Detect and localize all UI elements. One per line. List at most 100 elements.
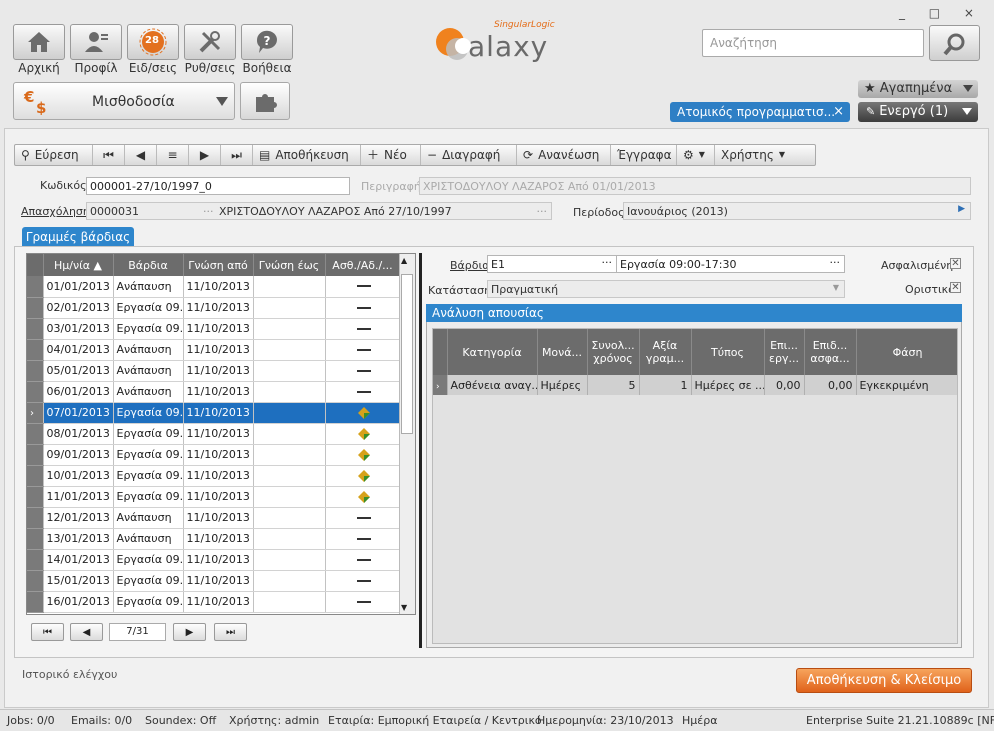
absence-header-total[interactable]: Συνολ... χρόνος — [587, 329, 640, 375]
column-header-known-from[interactable]: Γνώση από — [183, 254, 254, 276]
row-shift[interactable]: Εργασία 09... — [113, 402, 184, 424]
no-leave-dash[interactable] — [325, 297, 401, 319]
search-button[interactable] — [929, 25, 980, 61]
column-header-known-to[interactable]: Γνώση έως — [253, 254, 326, 276]
gear-menu-button[interactable]: ⚙ ▼ — [677, 145, 715, 165]
row-shift[interactable]: Ανάπαυση — [113, 381, 184, 403]
table-row[interactable]: 04/01/2013 Ανάπαυση 11/10/2013 — [27, 339, 401, 361]
absence-header-type[interactable]: Τύπος — [691, 329, 765, 375]
table-row[interactable]: 05/01/2013 Ανάπαυση 11/10/2013 — [27, 360, 401, 382]
users-menu-button[interactable]: Χρήστης ▼ — [715, 145, 795, 165]
plugin-button[interactable] — [240, 82, 290, 120]
page-indicator[interactable]: 7/31 — [109, 623, 166, 641]
absence-employer[interactable]: 0,00 — [764, 375, 805, 395]
lookup-icon[interactable]: ··· — [203, 205, 214, 218]
row-known-to[interactable] — [253, 381, 326, 403]
row-known-to[interactable] — [253, 591, 326, 613]
notifications-button[interactable]: 28 — [127, 24, 179, 60]
shift-desc-field[interactable]: Εργασία 09:00-17:30 ··· — [616, 255, 845, 273]
profile-button[interactable] — [70, 24, 122, 60]
row-date[interactable]: 07/01/2013 — [43, 402, 114, 424]
documents-button[interactable]: Έγγραφα — [611, 145, 677, 165]
no-leave-dash[interactable] — [325, 528, 401, 550]
table-row[interactable]: 13/01/2013 Ανάπαυση 11/10/2013 — [27, 528, 401, 550]
save-close-button[interactable]: Αποθήκευση & Κλείσιμο — [796, 668, 972, 693]
row-known-to[interactable] — [253, 339, 326, 361]
open-tab[interactable]: Ατομικός προγραμματισ... × — [670, 102, 850, 122]
row-indicator[interactable] — [27, 549, 44, 571]
table-row[interactable]: 16/01/2013 Εργασία 09... 11/10/2013 — [27, 591, 401, 613]
table-row[interactable]: 03/01/2013 Εργασία 09... 11/10/2013 — [27, 318, 401, 340]
absence-value[interactable]: 1 — [639, 375, 692, 395]
row-known-to[interactable] — [253, 402, 326, 424]
leave-icon[interactable] — [325, 402, 401, 424]
row-date[interactable]: 03/01/2013 — [43, 318, 114, 340]
absence-header-insurance[interactable]: Επιδ... ασφα... — [804, 329, 857, 375]
row-known-to[interactable] — [253, 570, 326, 592]
row-shift[interactable]: Ανάπαυση — [113, 360, 184, 382]
first-page-button[interactable]: ⏮ — [31, 623, 64, 641]
home-button[interactable] — [13, 24, 65, 60]
help-button[interactable]: ? — [241, 24, 293, 60]
lookup-icon[interactable]: ··· — [537, 205, 548, 218]
period-field[interactable]: Ιανουάριος (2013) ▶ — [623, 202, 971, 220]
table-row[interactable]: 06/01/2013 Ανάπαυση 11/10/2013 — [27, 381, 401, 403]
row-date[interactable]: 08/01/2013 — [43, 423, 114, 445]
row-shift[interactable]: Εργασία 09... — [113, 486, 184, 508]
row-known-to[interactable] — [253, 444, 326, 466]
row-known-from[interactable]: 11/10/2013 — [183, 423, 254, 445]
row-known-from[interactable]: 11/10/2013 — [183, 381, 254, 403]
row-shift[interactable]: Εργασία 09... — [113, 444, 184, 466]
column-header-leave[interactable]: Ασθ./Αδ./... — [325, 254, 401, 276]
module-selector[interactable]: € $ Μισθοδοσία — [13, 82, 235, 120]
table-row[interactable]: 09/01/2013 Εργασία 09... 11/10/2013 — [27, 444, 401, 466]
row-date[interactable]: 05/01/2013 — [43, 360, 114, 382]
leave-icon[interactable] — [325, 444, 401, 466]
active-windows-button[interactable]: ✎ Ενεργό (1) — [858, 102, 978, 122]
favorites-button[interactable]: ★ Αγαπημένα — [858, 80, 978, 98]
table-row[interactable]: 11/01/2013 Εργασία 09... 11/10/2013 — [27, 486, 401, 508]
row-indicator[interactable] — [27, 360, 44, 382]
scroll-thumb[interactable] — [401, 274, 413, 434]
table-row[interactable]: 10/01/2013 Εργασία 09... 11/10/2013 — [27, 465, 401, 487]
row-known-to[interactable] — [253, 465, 326, 487]
row-shift[interactable]: Ανάπαυση — [113, 528, 184, 550]
row-indicator[interactable] — [27, 465, 44, 487]
absence-total[interactable]: 5 — [587, 375, 640, 395]
search-input[interactable]: Αναζήτηση — [702, 29, 924, 57]
table-row[interactable]: 02/01/2013 Εργασία 09... 11/10/2013 — [27, 297, 401, 319]
grid-scrollbar[interactable]: ▲ ▼ — [399, 254, 415, 614]
delete-button[interactable]: − Διαγραφή — [421, 145, 517, 165]
row-known-from[interactable]: 11/10/2013 — [183, 549, 254, 571]
row-known-from[interactable]: 11/10/2013 — [183, 402, 254, 424]
row-shift[interactable]: Εργασία 09... — [113, 423, 184, 445]
previous-record-button[interactable]: ◀ — [125, 145, 157, 165]
leave-icon[interactable] — [325, 423, 401, 445]
shift-code-field[interactable]: E1 ··· — [487, 255, 617, 273]
row-known-to[interactable] — [253, 528, 326, 550]
row-date[interactable]: 10/01/2013 — [43, 465, 114, 487]
row-known-from[interactable]: 11/10/2013 — [183, 360, 254, 382]
absence-header-employer[interactable]: Επι... εργ... — [764, 329, 805, 375]
row-indicator[interactable] — [27, 381, 44, 403]
settings-button[interactable] — [184, 24, 236, 60]
row-date[interactable]: 09/01/2013 — [43, 444, 114, 466]
row-date[interactable]: 04/01/2013 — [43, 339, 114, 361]
row-indicator[interactable] — [27, 486, 44, 508]
row-indicator[interactable] — [27, 276, 44, 298]
absence-header-value[interactable]: Αξία γραμ... — [639, 329, 692, 375]
table-row[interactable]: 15/01/2013 Εργασία 09... 11/10/2013 — [27, 570, 401, 592]
close-icon[interactable]: × — [833, 102, 844, 122]
row-date[interactable]: 14/01/2013 — [43, 549, 114, 571]
row-known-from[interactable]: 11/10/2013 — [183, 465, 254, 487]
previous-page-button[interactable]: ◀ — [70, 623, 103, 641]
absence-phase[interactable]: Εγκεκριμένη — [856, 375, 957, 395]
row-shift[interactable]: Εργασία 09... — [113, 318, 184, 340]
absence-row[interactable]: › Ασθένεια αναγ... Ημέρες 5 1 Ημέρες σε … — [433, 375, 957, 395]
scroll-down-icon[interactable]: ▼ — [401, 603, 407, 612]
row-indicator[interactable] — [27, 297, 44, 319]
new-button[interactable]: ＋ Νέο — [361, 145, 421, 165]
absence-header-phase[interactable]: Φάση — [856, 329, 957, 375]
refresh-button[interactable]: ⟳ Ανανέωση — [517, 145, 611, 165]
final-checkbox[interactable]: ✕ — [950, 282, 961, 293]
